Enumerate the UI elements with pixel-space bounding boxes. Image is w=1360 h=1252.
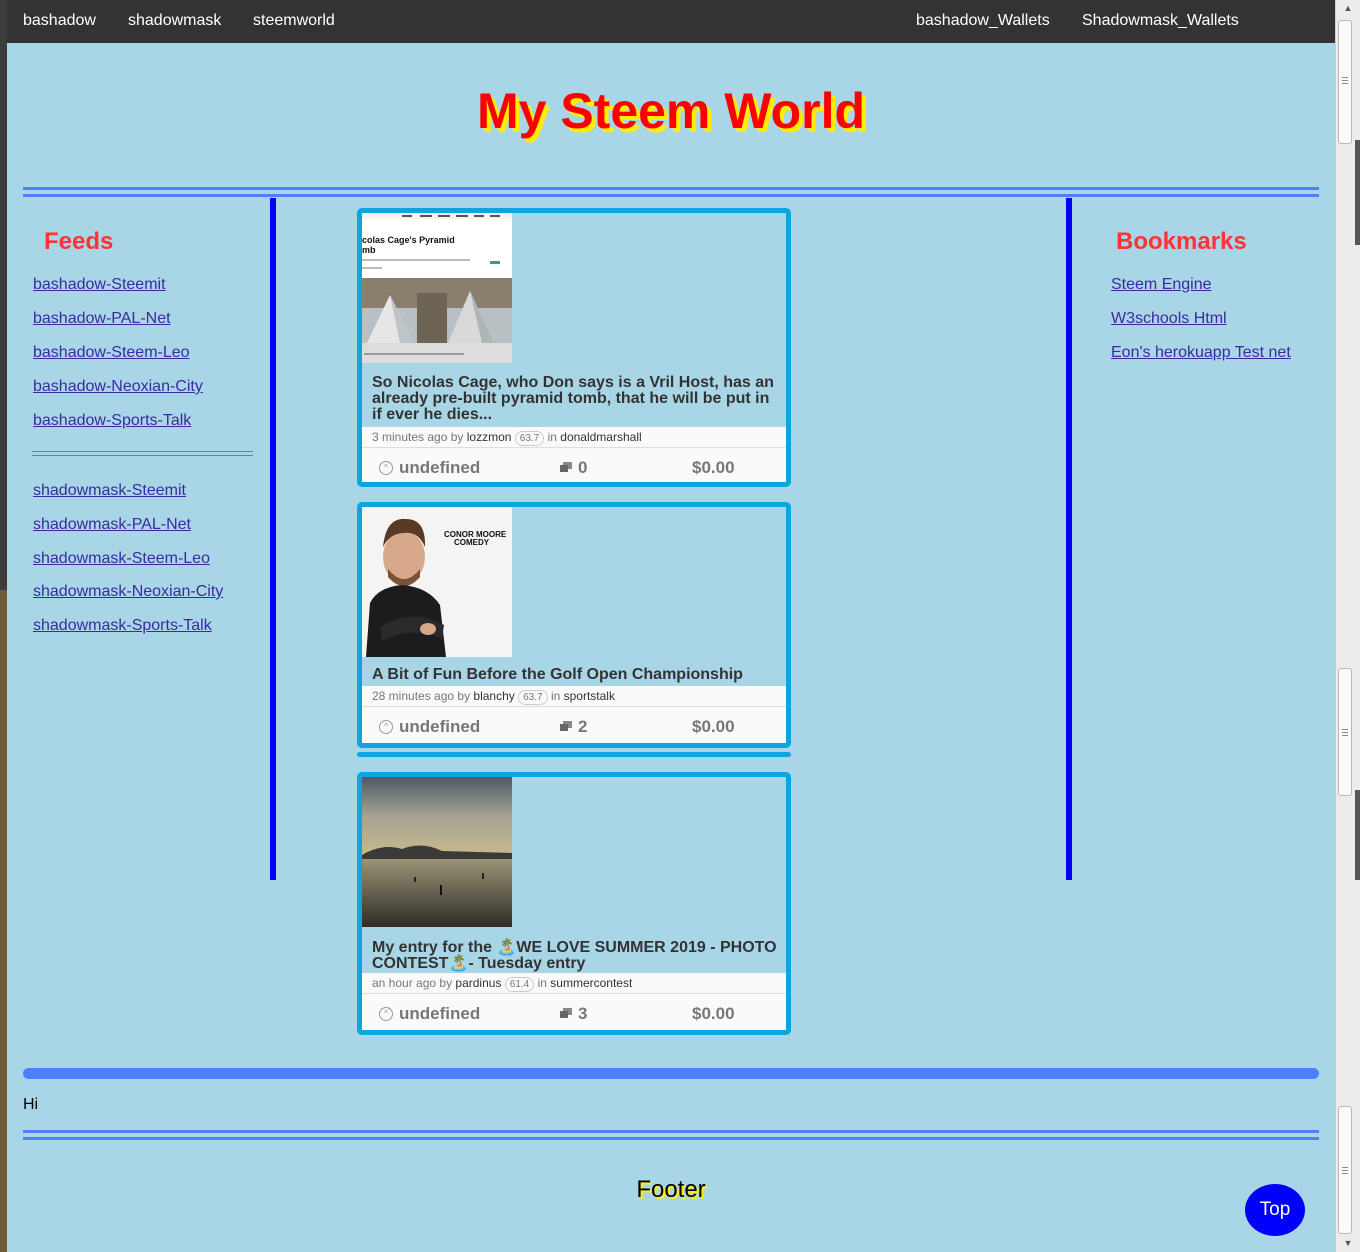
post-in: in xyxy=(547,430,557,444)
post-thumbnail[interactable]: CONOR MOORE COMEDY xyxy=(362,507,512,657)
feed-link-shadowmask-pal-net[interactable]: shadowmask-PAL-Net xyxy=(33,516,191,534)
feed-link-bashadow-sports-talk[interactable]: bashadow-Sports-Talk xyxy=(33,412,191,430)
content-divider xyxy=(23,1068,1319,1079)
comment-icon[interactable] xyxy=(560,1008,572,1020)
upvote-icon[interactable]: ^ xyxy=(379,461,393,475)
post-payout: $0.00 xyxy=(692,458,735,477)
post-title[interactable]: A Bit of Fun Before the Golf Open Champi… xyxy=(372,667,782,683)
scrollbar-thumb[interactable] xyxy=(1338,20,1352,144)
author-reputation: 63.7 xyxy=(514,431,545,446)
feed-link-shadowmask-sports-talk[interactable]: shadowmask-Sports-Talk xyxy=(33,617,212,635)
footer-text: Footer xyxy=(636,1176,706,1203)
svg-text:colas Cage's Pyramid: colas Cage's Pyramid xyxy=(362,235,455,245)
window-left-edge-lower xyxy=(0,590,7,1252)
post-title[interactable]: My entry for the 🏝️WE LOVE SUMMER 2019 -… xyxy=(372,940,782,972)
post-comment-count: 0 xyxy=(578,458,588,477)
scroll-up-arrow-icon[interactable]: ▲ xyxy=(1340,1,1356,15)
post-comment-count: 3 xyxy=(578,1004,588,1023)
svg-text:mb: mb xyxy=(362,245,376,255)
left-column-rule xyxy=(270,198,276,880)
scrollbar[interactable]: ▲ ▼ xyxy=(1335,0,1360,1252)
post-time: 3 minutes ago by xyxy=(372,430,464,444)
comment-icon[interactable] xyxy=(560,462,572,474)
feeds-heading: Feeds xyxy=(44,228,114,255)
post-time: 28 minutes ago by xyxy=(372,689,471,703)
right-column-rule xyxy=(1066,198,1072,880)
post-community[interactable]: donaldmarshall xyxy=(560,430,641,444)
nav-link-shadowmask[interactable]: shadowmask xyxy=(128,0,221,42)
card-separator xyxy=(357,752,791,757)
post-footer: ^ undefined 0 $0.00 xyxy=(362,447,786,482)
bookmark-link-steem-engine[interactable]: Steem Engine xyxy=(1111,276,1212,294)
scrollbar-thumb-2[interactable] xyxy=(1338,668,1352,796)
post-community[interactable]: summercontest xyxy=(550,976,632,990)
post-comment-count: 2 xyxy=(578,717,588,736)
feed-link-bashadow-neoxian-city[interactable]: bashadow-Neoxian-City xyxy=(33,378,203,396)
site-title: My Steem World xyxy=(476,83,866,139)
post-votes: undefined xyxy=(399,458,481,477)
post-title[interactable]: So Nicolas Cage, who Don says is a Vril … xyxy=(372,375,782,423)
scrollbar-strip xyxy=(1355,140,1360,245)
nav-link-steemworld[interactable]: steemworld xyxy=(253,0,335,42)
post-community[interactable]: sportstalk xyxy=(564,689,615,703)
feed-link-bashadow-steem-leo[interactable]: bashadow-Steem-Leo xyxy=(33,344,190,362)
post-author[interactable]: lozzmon xyxy=(467,430,512,444)
post-card[interactable]: My entry for the 🏝️WE LOVE SUMMER 2019 -… xyxy=(357,772,791,1035)
post-meta: 3 minutes ago by lozzmon 63.7 in donaldm… xyxy=(362,427,786,447)
post-votes: undefined xyxy=(399,717,481,736)
author-reputation: 61.4 xyxy=(504,977,535,992)
feed-link-shadowmask-steemit[interactable]: shadowmask-Steemit xyxy=(33,482,186,500)
post-card[interactable]: colas Cage's Pyramid mb So Nicolas Cage,… xyxy=(357,208,791,487)
bookmark-link-herokuapp[interactable]: Eon's herokuapp Test net xyxy=(1111,344,1291,362)
bookmark-link-w3schools[interactable]: W3schools Html xyxy=(1111,310,1227,328)
post-author[interactable]: pardinus xyxy=(455,976,501,990)
comment-icon[interactable] xyxy=(560,721,572,733)
nav-link-bashadow[interactable]: bashadow xyxy=(23,0,96,42)
upvote-icon[interactable]: ^ xyxy=(379,1007,393,1021)
scrollbar-strip-2 xyxy=(1355,790,1360,880)
scroll-down-arrow-icon[interactable]: ▼ xyxy=(1340,1236,1356,1250)
bookmarks-heading: Bookmarks xyxy=(1116,228,1247,255)
post-in: in xyxy=(537,976,547,990)
feed-link-bashadow-steemit[interactable]: bashadow-Steemit xyxy=(33,276,166,294)
post-footer: ^ undefined 3 $0.00 xyxy=(362,993,786,1030)
post-meta: 28 minutes ago by blanchy 63.7 in sports… xyxy=(362,686,786,706)
nav-link-shadowmask-wallets[interactable]: Shadowmask_Wallets xyxy=(1082,0,1239,42)
post-thumbnail[interactable] xyxy=(362,777,512,927)
header-divider xyxy=(23,187,1319,197)
post-in: in xyxy=(550,689,561,703)
upvote-icon[interactable]: ^ xyxy=(379,720,393,734)
scrollbar-thumb-3[interactable] xyxy=(1338,1106,1352,1234)
feed-link-shadowmask-neoxian-city[interactable]: shadowmask-Neoxian-City xyxy=(33,583,223,601)
author-reputation: 63.7 xyxy=(518,690,548,705)
feeds-separator xyxy=(32,451,253,456)
post-meta: an hour ago by pardinus 61.4 in summerco… xyxy=(362,973,786,993)
nav-link-bashadow-wallets[interactable]: bashadow_Wallets xyxy=(916,0,1050,42)
post-payout: $0.00 xyxy=(692,1004,735,1023)
footer-divider xyxy=(23,1130,1319,1140)
post-author[interactable]: blanchy xyxy=(473,689,514,703)
back-to-top-button[interactable]: Top xyxy=(1245,1184,1305,1236)
top-nav: bashadow shadowmask steemworld bashadow_… xyxy=(7,0,1335,43)
post-footer: ^ undefined 2 $0.00 xyxy=(362,706,786,743)
content-text: Hi xyxy=(23,1096,39,1113)
post-votes: undefined xyxy=(399,1004,481,1023)
post-card[interactable]: CONOR MOORE COMEDY A Bit of Fun Before t… xyxy=(357,502,791,748)
feed-link-bashadow-pal-net[interactable]: bashadow-PAL-Net xyxy=(33,310,171,328)
svg-text:COMEDY: COMEDY xyxy=(454,538,490,547)
feed-link-shadowmask-steem-leo[interactable]: shadowmask-Steem-Leo xyxy=(33,550,210,568)
post-payout: $0.00 xyxy=(692,717,735,736)
post-time: an hour ago by xyxy=(372,976,453,990)
post-thumbnail[interactable]: colas Cage's Pyramid mb xyxy=(362,213,512,363)
